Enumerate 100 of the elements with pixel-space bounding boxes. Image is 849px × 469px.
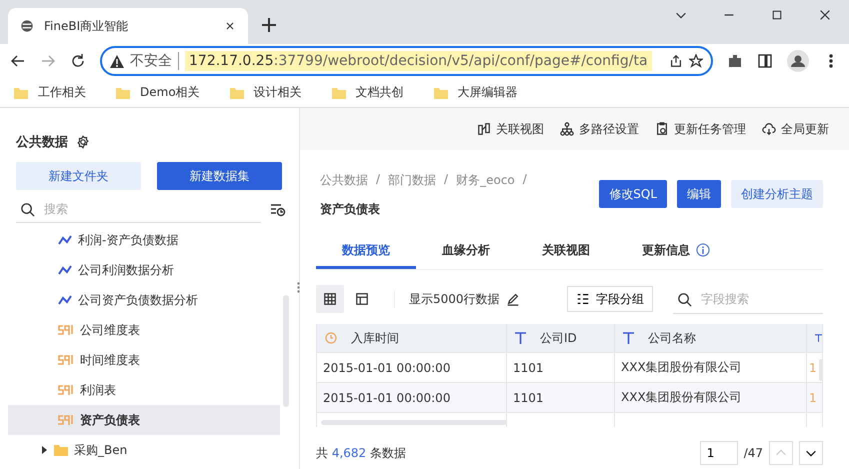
new-dataset-button[interactable]: 新建数据集: [157, 162, 282, 190]
breadcrumb-separator: /: [376, 172, 380, 188]
forward-icon: [40, 53, 56, 69]
folder-icon: [332, 86, 346, 98]
search-icon: [677, 292, 692, 307]
sql-icon: [58, 415, 74, 425]
sql-icon: [58, 355, 74, 365]
side-panel-icon: [757, 53, 773, 69]
horizontal-scrollbar[interactable]: [321, 420, 507, 425]
toolbar-action[interactable]: 更新任务管理: [655, 120, 746, 138]
tree-item[interactable]: 利润表: [8, 375, 280, 405]
page-total: /47: [744, 446, 763, 460]
field-search-field[interactable]: 字段搜索: [673, 284, 823, 314]
security-label: 不安全: [130, 52, 179, 70]
line-chart-icon: [58, 265, 72, 275]
tree-item[interactable]: 公司利润数据分析: [8, 255, 280, 285]
breadcrumb-separator: /: [522, 172, 527, 188]
layout-icon: [355, 292, 369, 306]
scrollbar[interactable]: [283, 295, 289, 407]
list-icon: [576, 292, 590, 306]
breadcrumb-link[interactable]: 公共数据: [320, 172, 368, 189]
breadcrumb-link[interactable]: 部门数据: [388, 172, 436, 189]
tab[interactable]: 血缘分析: [416, 234, 516, 269]
toolbar-action[interactable]: 全局更新: [762, 120, 829, 138]
warning-icon: [110, 54, 124, 68]
sidebar-title: 公共数据: [16, 134, 68, 151]
expand-arrow-icon[interactable]: [40, 446, 48, 454]
bookmark[interactable]: Demo相关: [116, 84, 200, 101]
dataset-title: 资产负债表: [320, 201, 381, 218]
action-button[interactable]: 编辑: [677, 180, 721, 208]
new-tab-icon[interactable]: [262, 18, 276, 32]
tree-item[interactable]: 公司资产负债数据分析: [8, 285, 280, 315]
folder-icon: [116, 86, 130, 98]
avatar-icon[interactable]: [787, 50, 809, 72]
grid-icon: [323, 292, 337, 306]
sql-icon: [58, 385, 74, 395]
table-cell: 1101: [507, 353, 615, 382]
reload-icon: [70, 53, 86, 69]
tree-item[interactable]: 采购_Ben: [8, 435, 280, 465]
table-cell: 2015-01-01 00:00:00: [317, 353, 507, 382]
history-filter-icon: [269, 202, 287, 218]
toolbar-action[interactable]: 多路径设置: [560, 120, 639, 138]
folder-icon: [230, 86, 244, 98]
tree-item[interactable]: 公司维度表: [8, 315, 280, 345]
drag-handle-icon[interactable]: [297, 282, 300, 293]
action-button[interactable]: 创建分析主题: [731, 180, 823, 208]
line-chart-icon: [58, 235, 72, 245]
new-folder-button[interactable]: 新建文件夹: [16, 162, 141, 190]
tab-title: FineBI商业智能: [44, 18, 130, 34]
page-input[interactable]: 1: [700, 441, 738, 465]
tab[interactable]: 更新信息: [616, 234, 736, 269]
tab[interactable]: 数据预览: [316, 234, 416, 269]
field-group-button[interactable]: 字段分组: [567, 286, 653, 312]
sql-icon: [58, 325, 74, 335]
breadcrumb-link[interactable]: 财务_eoco: [456, 172, 515, 189]
star-icon: [689, 54, 703, 68]
tab[interactable]: 关联视图: [516, 234, 616, 269]
tree-item[interactable]: 时间维度表: [8, 345, 280, 375]
row-count: 共 4,682 条数据: [316, 444, 406, 462]
table-cell: XXX集团股份有限公司: [615, 383, 807, 412]
table-cell: 1101: [507, 383, 615, 412]
tree-item[interactable]: 资产负债表: [8, 405, 280, 435]
edit-icon: [506, 292, 520, 306]
folder-icon: [434, 86, 448, 98]
column-header[interactable]: 入库时间: [317, 324, 507, 352]
cloud-icon: [762, 122, 776, 136]
text-type-icon: [623, 332, 634, 344]
close-icon: [224, 20, 236, 32]
bookmark[interactable]: 大屏编辑器: [434, 84, 518, 101]
clock-icon: [325, 332, 337, 344]
browser-tab[interactable]: FineBI商业智能: [8, 8, 248, 44]
relation-icon: [477, 122, 491, 136]
row-limit-label: 显示5000行数据: [409, 290, 500, 308]
folder-icon: [54, 444, 68, 456]
url-text: 172.17.0.25:37799/webroot/decision/v5/api/conf/page#/config/ta: [185, 51, 652, 71]
bookmark[interactable]: 设计相关: [230, 84, 302, 101]
table-cell: 1: [807, 383, 823, 412]
share-icon: [669, 54, 683, 68]
column-header[interactable]: 公司名称: [615, 324, 807, 352]
clipboard-icon: [655, 122, 669, 136]
folder-icon: [14, 86, 28, 98]
hierarchy-icon: [560, 122, 574, 136]
close-icon: [818, 8, 832, 22]
action-button[interactable]: 修改SQL: [599, 180, 667, 208]
next-page-button[interactable]: [799, 441, 823, 465]
table-cell: XXX集团股份有限公司: [615, 353, 807, 382]
bookmark[interactable]: 工作相关: [14, 84, 86, 101]
column-header[interactable]: 公司ID: [507, 324, 615, 352]
text-type-icon: [515, 332, 526, 344]
search-field[interactable]: 搜索: [16, 196, 261, 223]
tree-item[interactable]: 利润-资产负债数据: [8, 225, 280, 255]
bookmark[interactable]: 文档共创: [332, 84, 404, 101]
grid-view-button[interactable]: [316, 285, 344, 313]
back-icon: [10, 53, 26, 69]
address-bar[interactable]: 不安全 172.17.0.25:37799/webroot/decision/v5/api/conf/page#/config/ta: [100, 46, 713, 76]
text-type-icon: [815, 332, 822, 344]
search-icon: [20, 202, 35, 217]
info-icon[interactable]: [696, 243, 710, 257]
globe-icon: [20, 19, 34, 33]
toolbar-action[interactable]: 关联视图: [477, 120, 544, 138]
